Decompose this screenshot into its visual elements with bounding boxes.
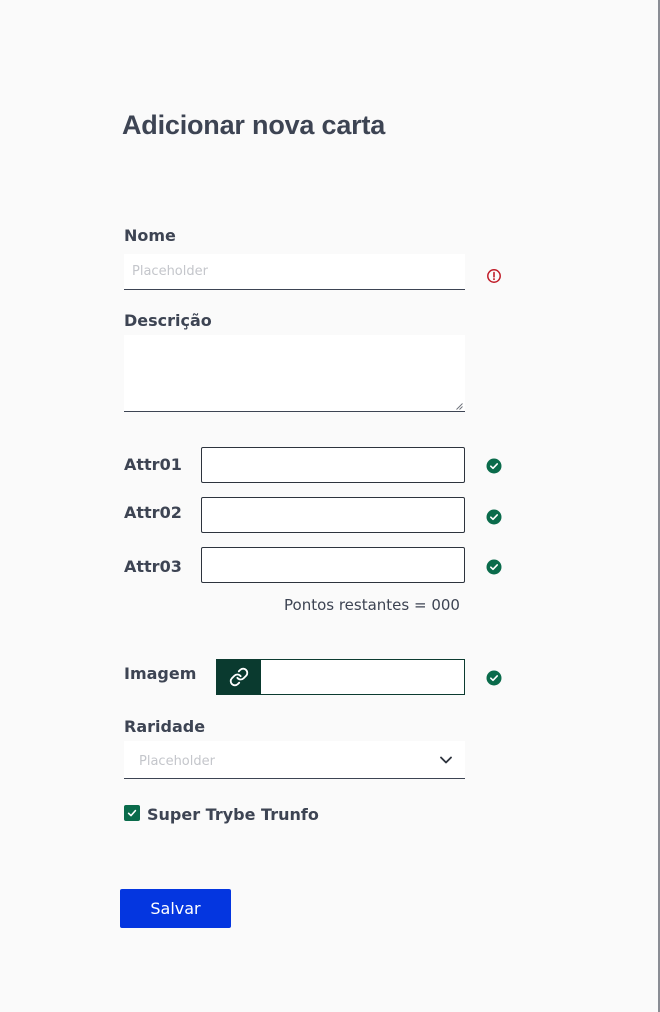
- link-button[interactable]: [217, 660, 261, 694]
- image-url-input[interactable]: [261, 660, 464, 694]
- error-icon: [487, 269, 501, 283]
- super-trunfo-label: Super Trybe Trunfo: [147, 805, 319, 824]
- attr01-label: Attr01: [124, 455, 182, 474]
- description-label: Descrição: [124, 311, 212, 330]
- rarity-select[interactable]: Placeholder: [124, 741, 465, 779]
- rarity-label: Raridade: [124, 717, 206, 736]
- attr03-input[interactable]: [201, 547, 465, 583]
- check-circle-icon: [486, 559, 502, 575]
- check-circle-icon: [486, 509, 502, 525]
- check-circle-icon: [486, 670, 502, 686]
- points-remaining: Pontos restantes = 000: [284, 596, 460, 614]
- description-textarea[interactable]: [124, 335, 465, 412]
- checkmark-icon: [127, 809, 137, 817]
- page-title: Adicionar nova carta: [122, 110, 386, 140]
- attr01-input[interactable]: [201, 447, 465, 483]
- super-trunfo-checkbox[interactable]: [124, 805, 140, 821]
- image-label: Imagem: [124, 664, 197, 683]
- image-url-field: [216, 659, 465, 695]
- attr03-label: Attr03: [124, 557, 182, 576]
- name-label: Nome: [124, 226, 176, 245]
- chevron-down-icon: [440, 756, 452, 763]
- check-circle-icon: [486, 458, 502, 474]
- name-input[interactable]: [124, 254, 465, 290]
- attr02-input[interactable]: [201, 497, 465, 533]
- link-icon: [229, 667, 249, 687]
- attr02-label: Attr02: [124, 503, 182, 522]
- save-button[interactable]: Salvar: [120, 889, 231, 928]
- resize-handle-icon[interactable]: [456, 403, 463, 410]
- rarity-selected-value: Placeholder: [139, 753, 215, 769]
